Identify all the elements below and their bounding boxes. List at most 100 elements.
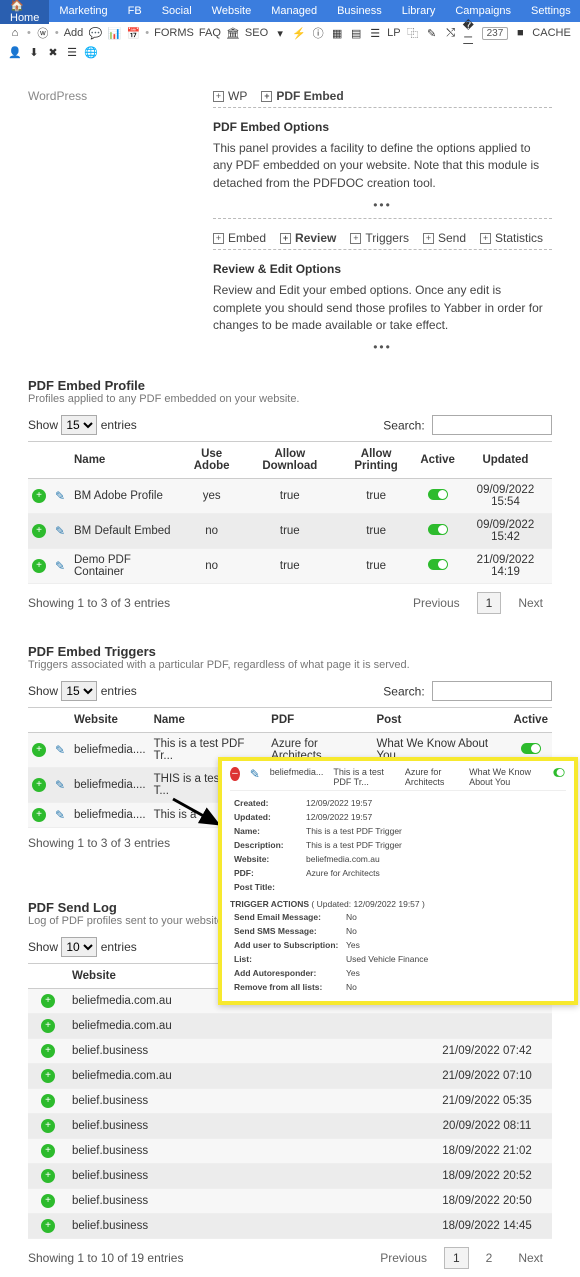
edit-icon[interactable]: ✎ bbox=[425, 26, 439, 40]
page-1[interactable]: 1 bbox=[477, 592, 502, 614]
length-select[interactable]: 15 bbox=[61, 681, 97, 701]
tab-review[interactable]: +Review bbox=[280, 231, 336, 245]
user-icon[interactable]: 👤 bbox=[8, 45, 22, 59]
expand-icon[interactable]: + bbox=[41, 1069, 55, 1083]
nav-library[interactable]: Library bbox=[392, 5, 446, 17]
faq-link[interactable]: FAQ bbox=[199, 27, 221, 39]
download-icon[interactable]: ⬇ bbox=[27, 45, 41, 59]
chart-icon[interactable]: 📊 bbox=[107, 26, 121, 40]
calendar-icon[interactable]: 📅 bbox=[126, 26, 140, 40]
nav-managed[interactable]: Managed bbox=[261, 5, 327, 17]
globe-icon[interactable]: 🌐 bbox=[84, 45, 98, 59]
home-icon[interactable]: ⌂ bbox=[8, 26, 22, 40]
col-name[interactable]: Name bbox=[70, 442, 180, 479]
edit-icon[interactable]: ✎ bbox=[55, 489, 65, 503]
tab-send[interactable]: +Send bbox=[423, 231, 466, 245]
cache-link[interactable]: CACHE bbox=[532, 27, 571, 39]
ellipsis-icon[interactable]: ••• bbox=[213, 198, 552, 212]
nav-home[interactable]: 🏠 Home bbox=[0, 0, 49, 24]
col-website[interactable]: Website bbox=[70, 708, 150, 733]
copy-icon[interactable]: ⿻ bbox=[406, 26, 420, 40]
col-active[interactable]: Active bbox=[509, 708, 552, 733]
expand-icon[interactable]: + bbox=[41, 1219, 55, 1233]
add-link[interactable]: Add bbox=[64, 27, 84, 39]
col-updated[interactable]: Updated bbox=[459, 442, 552, 479]
expand-icon[interactable]: + bbox=[41, 1044, 55, 1058]
bank-icon[interactable]: 🏛 bbox=[226, 26, 240, 40]
collapse-icon[interactable]: – bbox=[230, 767, 240, 781]
active-toggle[interactable] bbox=[554, 768, 565, 777]
tab-embed[interactable]: +Embed bbox=[213, 231, 266, 245]
prev-page[interactable]: Previous bbox=[404, 592, 469, 614]
prev-page[interactable]: Previous bbox=[371, 1247, 436, 1269]
tab-pdf-embed[interactable]: +PDF Embed bbox=[261, 89, 343, 103]
bolt-icon[interactable]: ⚡ bbox=[292, 26, 306, 40]
edit-icon[interactable]: ✎ bbox=[55, 524, 65, 538]
close-icon[interactable]: ✖ bbox=[46, 45, 60, 59]
expand-icon[interactable]: + bbox=[41, 1119, 55, 1133]
nav-social[interactable]: Social bbox=[152, 5, 202, 17]
nav-marketing[interactable]: Marketing bbox=[49, 5, 117, 17]
col-active[interactable]: Active bbox=[416, 442, 459, 479]
col-post[interactable]: Post bbox=[372, 708, 509, 733]
length-select[interactable]: 15 bbox=[61, 415, 97, 435]
expand-icon[interactable]: + bbox=[41, 1169, 55, 1183]
expand-icon[interactable]: + bbox=[32, 778, 46, 792]
video-icon[interactable]: ■ bbox=[513, 26, 527, 40]
next-page[interactable]: Next bbox=[509, 1247, 552, 1269]
col-printing[interactable]: Allow Printing bbox=[336, 442, 417, 479]
expand-icon[interactable]: + bbox=[32, 489, 46, 503]
tab-statistics[interactable]: +Statistics bbox=[480, 231, 543, 245]
edit-icon[interactable]: ✎ bbox=[55, 559, 65, 573]
seo-link[interactable]: SEO bbox=[245, 27, 268, 39]
lp-link[interactable]: LP bbox=[387, 27, 400, 39]
ellipsis-icon[interactable]: ••• bbox=[213, 340, 552, 354]
edit-icon[interactable]: ✎ bbox=[55, 808, 65, 822]
expand-icon[interactable]: + bbox=[41, 1194, 55, 1208]
length-select[interactable]: 10 bbox=[61, 937, 97, 957]
edit-icon[interactable]: ✎ bbox=[55, 743, 65, 757]
list-icon[interactable]: ☰ bbox=[368, 26, 382, 40]
grid-icon[interactable]: ▤ bbox=[349, 26, 363, 40]
active-toggle[interactable] bbox=[428, 559, 448, 570]
filter-icon[interactable]: ▾ bbox=[273, 26, 287, 40]
col-download[interactable]: Allow Download bbox=[244, 442, 336, 479]
expand-icon[interactable]: + bbox=[41, 1019, 55, 1033]
layers-icon[interactable]: ▦ bbox=[330, 26, 344, 40]
info-icon[interactable]: ⓘ bbox=[311, 26, 325, 40]
menu-icon[interactable]: ☰ bbox=[65, 45, 79, 59]
share-icon[interactable]: �二 bbox=[463, 26, 477, 40]
tab-wp[interactable]: +WP bbox=[213, 89, 247, 103]
wordpress-icon[interactable]: ⓦ bbox=[36, 26, 50, 40]
shuffle-icon[interactable]: ⤭ bbox=[444, 26, 458, 40]
expand-icon[interactable]: + bbox=[41, 994, 55, 1008]
search-input[interactable] bbox=[432, 415, 552, 435]
col-pdf[interactable]: PDF bbox=[267, 708, 372, 733]
chat-icon[interactable]: 💬 bbox=[88, 26, 102, 40]
nav-business[interactable]: Business bbox=[327, 5, 392, 17]
edit-icon[interactable]: ✎ bbox=[55, 778, 65, 792]
expand-icon[interactable]: + bbox=[41, 1144, 55, 1158]
nav-fb[interactable]: FB bbox=[118, 5, 152, 17]
search-input[interactable] bbox=[432, 681, 552, 701]
count-badge[interactable]: 237 bbox=[482, 27, 509, 40]
page-2[interactable]: 2 bbox=[477, 1247, 502, 1269]
col-website[interactable]: Website bbox=[68, 964, 232, 989]
active-toggle[interactable] bbox=[428, 524, 448, 535]
nav-campaigns[interactable]: Campaigns bbox=[445, 5, 521, 17]
nav-settings[interactable]: Settings bbox=[521, 5, 580, 17]
nav-website[interactable]: Website bbox=[202, 5, 262, 17]
col-name[interactable]: Name bbox=[150, 708, 268, 733]
forms-link[interactable]: FORMS bbox=[154, 27, 194, 39]
expand-icon[interactable]: + bbox=[32, 524, 46, 538]
expand-icon[interactable]: + bbox=[32, 559, 46, 573]
col-adobe[interactable]: Use Adobe bbox=[180, 442, 244, 479]
expand-icon[interactable]: + bbox=[32, 808, 46, 822]
active-toggle[interactable] bbox=[521, 743, 541, 754]
active-toggle[interactable] bbox=[428, 489, 448, 500]
page-1[interactable]: 1 bbox=[444, 1247, 469, 1269]
tab-triggers[interactable]: +Triggers bbox=[350, 231, 409, 245]
edit-icon[interactable]: ✎ bbox=[250, 767, 260, 787]
expand-icon[interactable]: + bbox=[32, 743, 46, 757]
expand-icon[interactable]: + bbox=[41, 1094, 55, 1108]
